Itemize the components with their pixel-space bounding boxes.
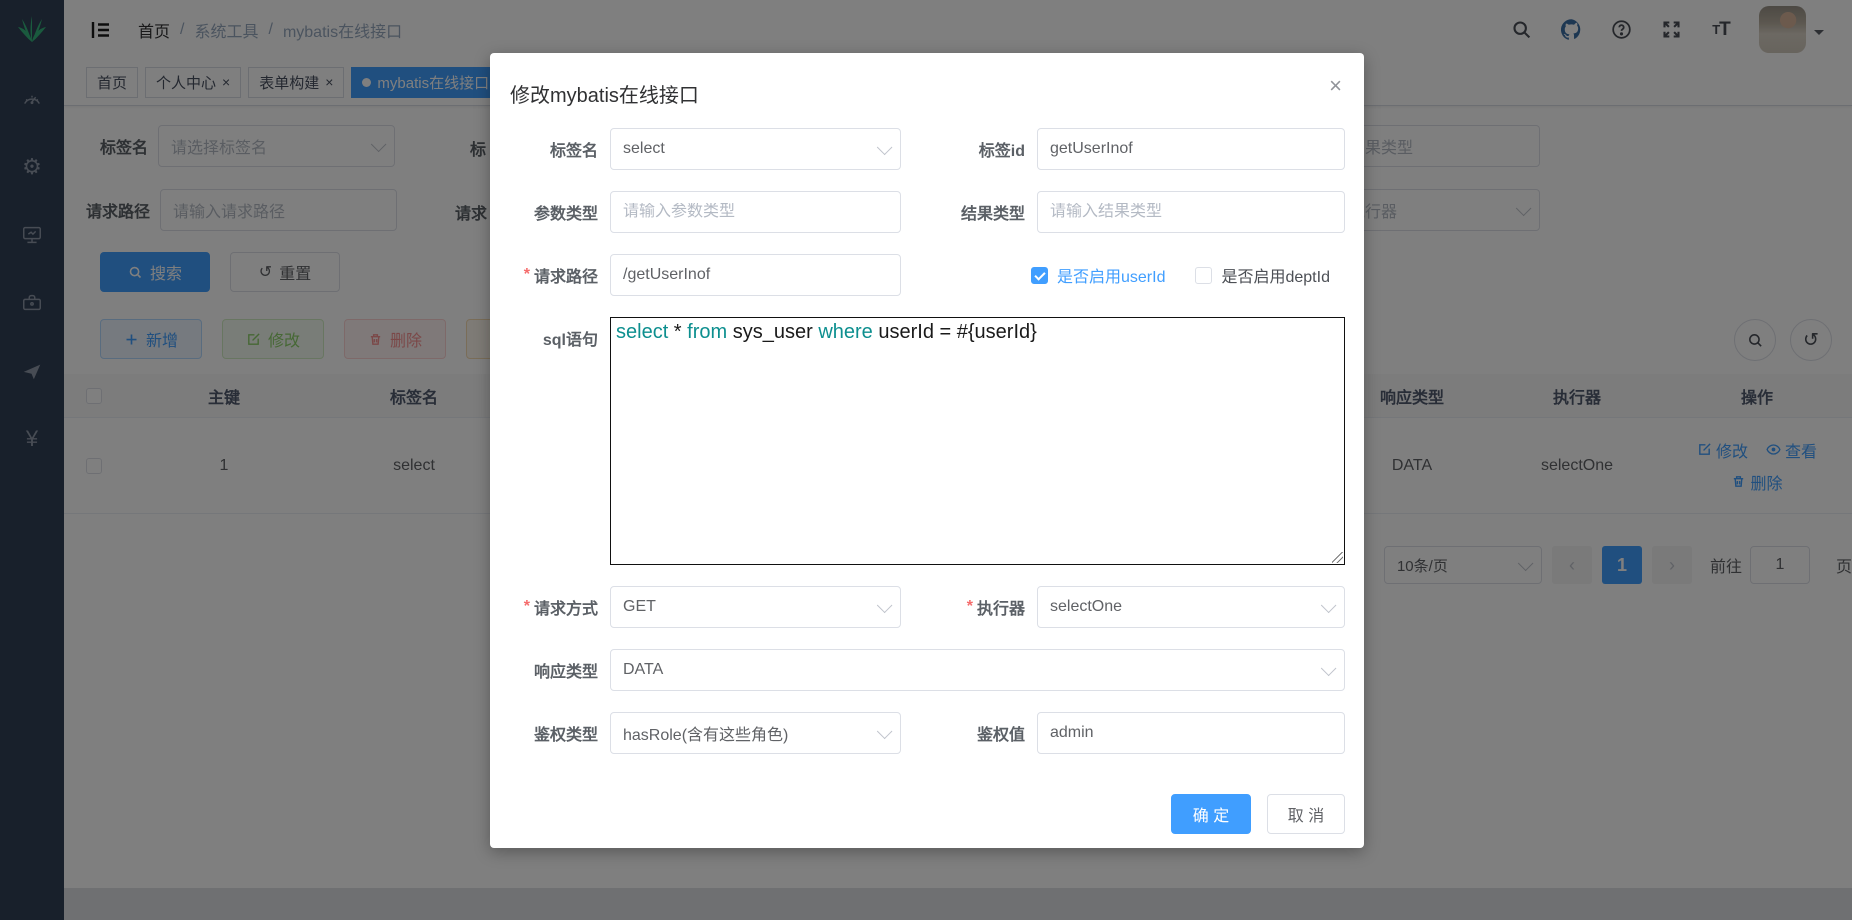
chevron-down-icon (1321, 660, 1337, 676)
enable-userid-checkbox[interactable]: 是否启用userId (1031, 263, 1165, 287)
sql-keyword: where (818, 321, 872, 343)
field-label-result-type: 结果类型 (901, 191, 1037, 233)
field-label-param-type: 参数类型 (510, 191, 610, 233)
field-label-request-method: 请求方式 (510, 586, 610, 628)
chevron-down-icon (877, 139, 893, 155)
auth-type-select[interactable]: hasRole(含有这些角色) (610, 712, 901, 754)
sql-text: sys_user (727, 321, 818, 343)
auth-value-input-wrap (1037, 712, 1345, 754)
request-path-input-wrap (610, 254, 901, 296)
tag-id-input-wrap (1037, 128, 1345, 170)
select-value: hasRole(含有这些角色) (623, 721, 788, 745)
sql-editor[interactable]: select * from sys_user where userId = #{… (610, 317, 1345, 565)
app-root: ⚙ ¥ 首页 / 系统工具 / mybatis在线接口 (0, 0, 1852, 920)
edit-mybatis-api-dialog: 修改mybatis在线接口 × 标签名 select 标签id (490, 53, 1364, 848)
field-label-auth-value: 鉴权值 (901, 712, 1037, 754)
chevron-down-icon (877, 597, 893, 613)
response-type-select[interactable]: DATA (610, 649, 1345, 691)
auth-value-input[interactable] (1050, 724, 1332, 742)
field-label-sql: sql语句 (510, 317, 610, 359)
result-type-input[interactable] (1050, 203, 1332, 221)
sql-text: userId = #{userId} (873, 321, 1037, 343)
confirm-button[interactable]: 确 定 (1171, 794, 1251, 834)
checkbox-checked-icon (1031, 267, 1048, 284)
param-type-input[interactable] (623, 203, 888, 221)
tag-name-select[interactable]: select (610, 128, 901, 170)
resize-handle[interactable] (1332, 552, 1343, 563)
chevron-down-icon (877, 723, 893, 739)
field-label-request-path: 请求路径 (510, 254, 610, 296)
checkbox-label: 是否启用deptId (1221, 263, 1330, 287)
request-method-select[interactable]: GET (610, 586, 901, 628)
field-label-executor: 执行器 (901, 586, 1037, 628)
enable-deptid-checkbox[interactable]: 是否启用deptId (1195, 263, 1330, 287)
field-label-auth-type: 鉴权类型 (510, 712, 610, 754)
request-path-input[interactable] (623, 266, 888, 284)
dialog-footer: 确 定 取 消 (510, 775, 1345, 834)
checkbox-unchecked-icon (1195, 267, 1212, 284)
dialog-title: 修改mybatis在线接口 (490, 53, 1364, 108)
enable-flags: 是否启用userId 是否启用deptId (901, 254, 1345, 296)
select-value: GET (623, 598, 656, 616)
field-label-tag-id: 标签id (901, 128, 1037, 170)
param-type-input-wrap (610, 191, 901, 233)
chevron-down-icon (1321, 597, 1337, 613)
tag-id-input[interactable] (1050, 140, 1332, 158)
cancel-button[interactable]: 取 消 (1267, 794, 1345, 834)
dialog-body: 标签名 select 标签id 参数类型 (490, 108, 1364, 834)
checkbox-label: 是否启用userId (1057, 263, 1165, 287)
sql-text: * (668, 321, 687, 343)
close-icon[interactable]: × (1329, 75, 1342, 97)
executor-select[interactable]: selectOne (1037, 586, 1345, 628)
select-value: select (623, 140, 665, 158)
sql-keyword: select (616, 321, 668, 343)
field-label-response-type: 响应类型 (510, 649, 610, 691)
sql-keyword: from (687, 321, 727, 343)
field-label-tag-name: 标签名 (510, 128, 610, 170)
result-type-input-wrap (1037, 191, 1345, 233)
select-value: DATA (623, 661, 663, 679)
select-value: selectOne (1050, 598, 1122, 616)
